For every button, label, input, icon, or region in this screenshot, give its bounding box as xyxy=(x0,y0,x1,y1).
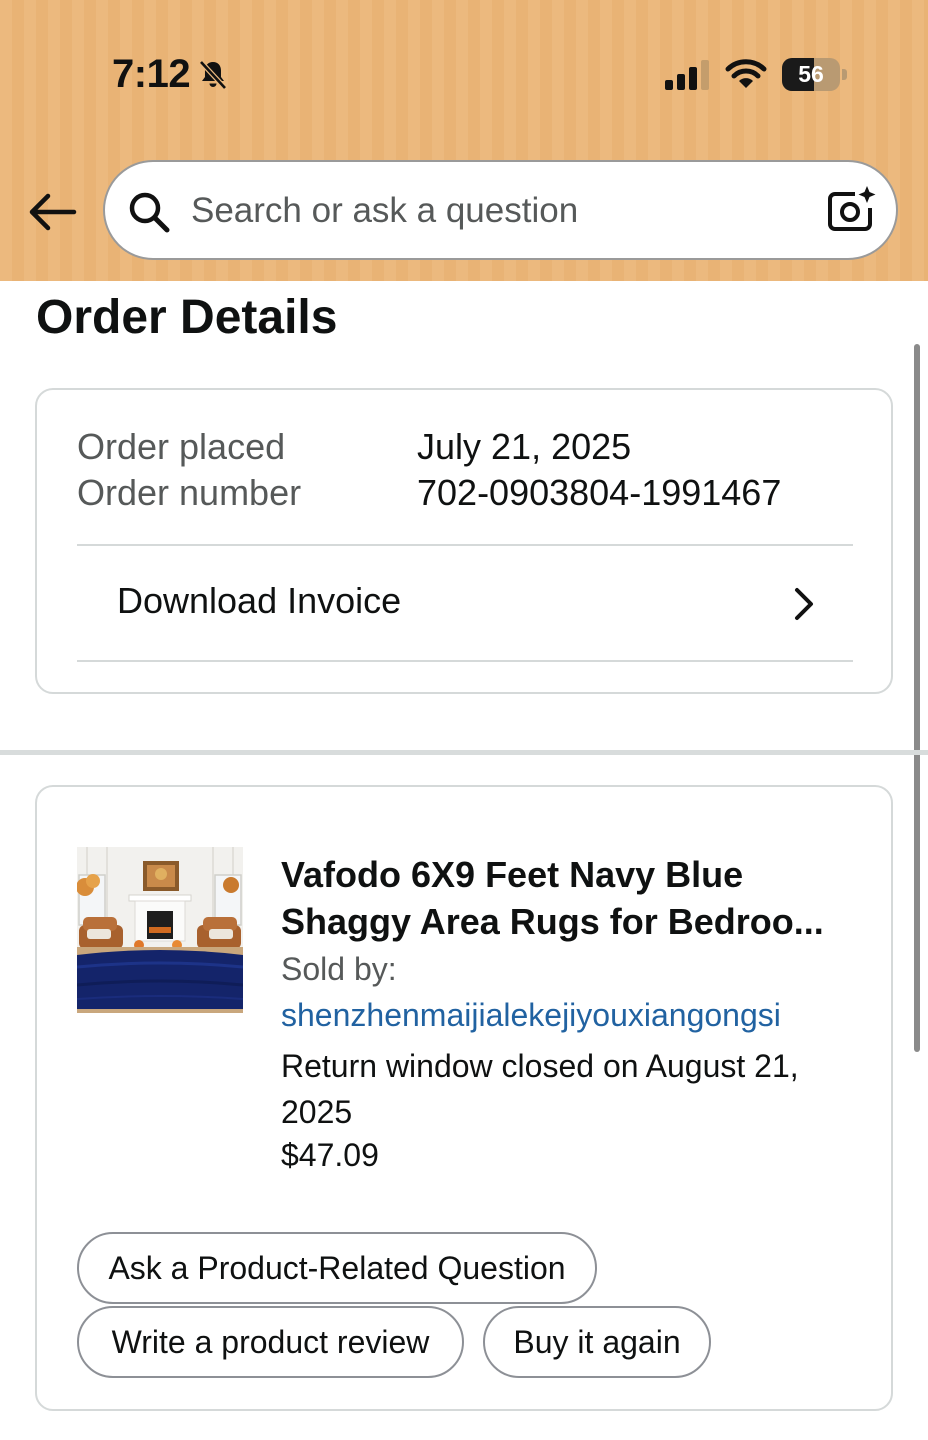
buy-again-button[interactable]: Buy it again xyxy=(483,1306,711,1378)
cellular-signal-icon xyxy=(665,60,709,90)
return-window-note: Return window closed on August 21, 2025 xyxy=(281,1048,799,1130)
search-input[interactable] xyxy=(191,184,791,238)
status-time: 7:12 xyxy=(112,52,191,96)
order-item-card: Vafodo 6X9 Feet Navy Blue Shaggy Area Ru… xyxy=(35,785,893,1411)
battery-percent: 56 xyxy=(798,61,824,87)
page-title: Order Details xyxy=(36,291,338,344)
chevron-right-icon xyxy=(795,588,813,620)
seller-link[interactable]: shenzhenmaijialekejiyouxiangongsi xyxy=(281,997,781,1034)
order-summary-card: Order placed July 21, 2025 Order number … xyxy=(35,388,893,694)
write-review-button[interactable]: Write a product review xyxy=(77,1306,464,1378)
download-invoice-label: Download Invoice xyxy=(117,580,402,621)
wifi-icon xyxy=(725,59,767,88)
order-number-value: 702-0903804-1991467 xyxy=(417,472,782,513)
item-price: $47.09 xyxy=(281,1137,379,1173)
bell-slash-icon xyxy=(199,60,227,90)
scrollbar[interactable] xyxy=(914,344,920,1052)
section-separator xyxy=(0,750,928,755)
sold-by-label: Sold by: xyxy=(281,951,397,987)
navy-rug-living-room-image[interactable] xyxy=(77,847,243,1013)
download-invoice-button[interactable]: Download Invoice xyxy=(77,546,853,660)
order-placed-value: July 21, 2025 xyxy=(417,426,632,467)
app-header: 7:12 56 xyxy=(0,0,928,281)
product-title[interactable]: Vafodo 6X9 Feet Navy Blue Shaggy Area Ru… xyxy=(281,851,861,945)
search-icon xyxy=(129,192,170,233)
ask-question-button[interactable]: Ask a Product-Related Question xyxy=(77,1232,597,1304)
order-placed-label: Order placed xyxy=(77,426,286,467)
arrow-left-icon[interactable] xyxy=(26,190,78,234)
divider xyxy=(77,660,853,662)
camera-sparkle-icon[interactable] xyxy=(825,184,877,236)
search-bar[interactable] xyxy=(103,160,898,260)
battery-icon: 56 xyxy=(782,58,848,92)
order-number-label: Order number xyxy=(77,472,302,513)
